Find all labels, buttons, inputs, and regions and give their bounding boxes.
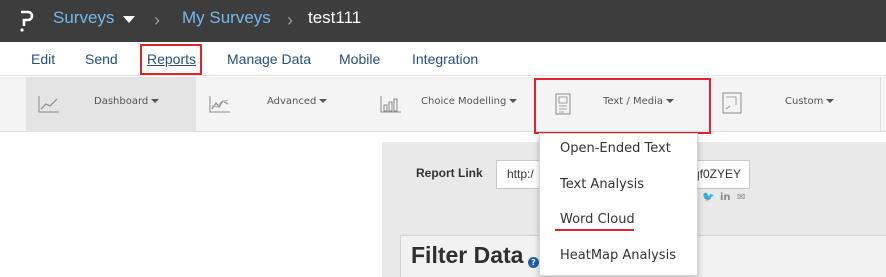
menu-mobile[interactable]: Mobile <box>339 51 380 67</box>
breadcrumb-separator-icon: › <box>154 10 160 30</box>
caret-down-icon <box>826 99 835 103</box>
text-media-dropdown: Open-Ended Text Text Analysis Word Cloud… <box>539 133 698 276</box>
custom-report-icon <box>722 92 742 114</box>
dropdown-item-text-analysis[interactable]: Text Analysis <box>560 177 644 192</box>
report-link-label: Report Link <box>416 166 483 180</box>
caret-down-icon <box>319 99 328 103</box>
advanced-chart-icon <box>209 96 230 113</box>
text-media-highlight-box <box>534 78 711 134</box>
choice-modelling-icon <box>380 96 401 113</box>
tool-custom-label: Custom <box>785 96 835 107</box>
breadcrumb-current-survey: test111 <box>308 8 362 27</box>
dropdown-item-open-ended-text[interactable]: Open-Ended Text <box>560 141 671 156</box>
menu-integration[interactable]: Integration <box>412 51 478 67</box>
twitter-icon[interactable]: 🐦 <box>702 192 714 203</box>
line-chart-icon <box>38 96 59 113</box>
linkedin-icon[interactable]: in <box>720 192 731 203</box>
email-icon[interactable]: ✉ <box>737 192 745 203</box>
menu-manage-data[interactable]: Manage Data <box>227 51 311 67</box>
tool-choice-modelling-label: Choice Modelling <box>421 96 518 107</box>
toolbar-divider <box>880 77 881 132</box>
top-bar: Surveys › My Surveys › test111 <box>0 0 886 42</box>
tool-choice-modelling[interactable]: Choice Modelling <box>366 77 536 132</box>
main-menu: Edit Send Reports Manage Data Mobile Int… <box>0 42 886 76</box>
breadcrumb-surveys[interactable]: Surveys <box>53 8 114 28</box>
tool-advanced[interactable]: Advanced <box>196 77 366 132</box>
chevron-down-icon[interactable] <box>123 16 135 23</box>
breadcrumb-my-surveys[interactable]: My Surveys <box>182 8 271 28</box>
tool-dashboard[interactable]: Dashboard <box>26 77 196 132</box>
reports-toolbar: Dashboard Advanced Choice Modelling Text… <box>0 77 886 132</box>
reports-highlight-box <box>140 44 202 75</box>
report-link-value-end: qf0ZYEY <box>692 167 741 181</box>
filter-data-title: Filter Data <box>411 242 524 268</box>
help-icon[interactable]: ? <box>528 257 539 268</box>
dropdown-item-heatmap-analysis[interactable]: HeatMap Analysis <box>560 248 676 263</box>
caret-down-icon <box>509 99 518 103</box>
word-cloud-underline <box>555 229 634 231</box>
menu-edit[interactable]: Edit <box>31 51 55 67</box>
tool-custom[interactable]: Custom <box>710 77 886 132</box>
caret-down-icon <box>151 99 160 103</box>
report-link-value-start: http:/ <box>507 167 534 181</box>
logo-icon[interactable] <box>18 6 34 34</box>
breadcrumb-separator-icon: › <box>287 10 293 30</box>
tool-dashboard-label: Dashboard <box>94 96 160 107</box>
menu-send[interactable]: Send <box>85 51 118 67</box>
tool-advanced-label: Advanced <box>267 96 328 107</box>
dropdown-item-word-cloud[interactable]: Word Cloud <box>560 212 635 227</box>
